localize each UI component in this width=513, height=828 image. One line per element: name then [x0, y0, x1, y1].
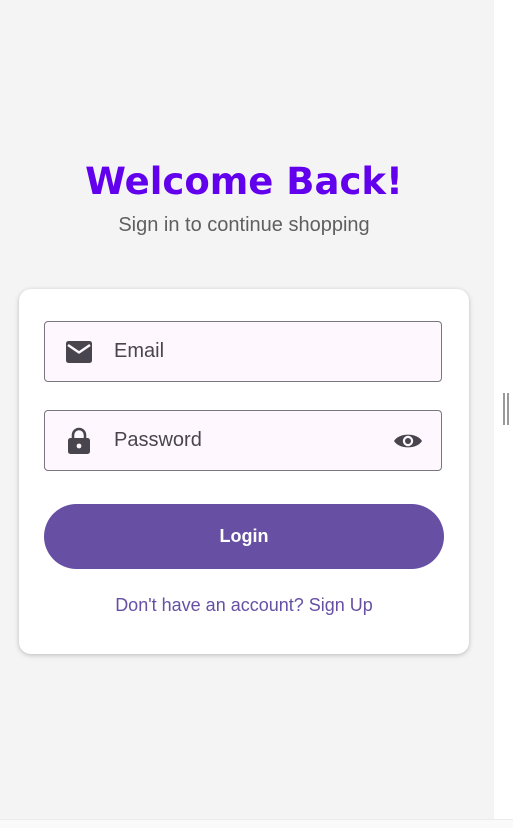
resize-handle[interactable]: [503, 393, 509, 425]
page-subtitle: Sign in to continue shopping: [118, 214, 370, 236]
eye-icon[interactable]: [393, 426, 423, 456]
login-card: Login Don't have an account? Sign Up: [19, 289, 469, 654]
app-screen: Welcome Back! Sign in to continue shoppi…: [0, 0, 494, 819]
resize-handle-bar: [503, 393, 505, 425]
password-input[interactable]: [114, 411, 384, 470]
lock-icon: [65, 427, 93, 455]
page-title: Welcome Back!: [85, 160, 403, 203]
email-field[interactable]: [44, 321, 442, 382]
password-field[interactable]: [44, 410, 442, 471]
signup-link[interactable]: Don't have an account? Sign Up: [19, 595, 469, 616]
mail-icon: [65, 338, 93, 366]
login-button[interactable]: Login: [44, 504, 444, 569]
email-input[interactable]: [114, 322, 384, 381]
resize-handle-bar: [507, 393, 509, 425]
